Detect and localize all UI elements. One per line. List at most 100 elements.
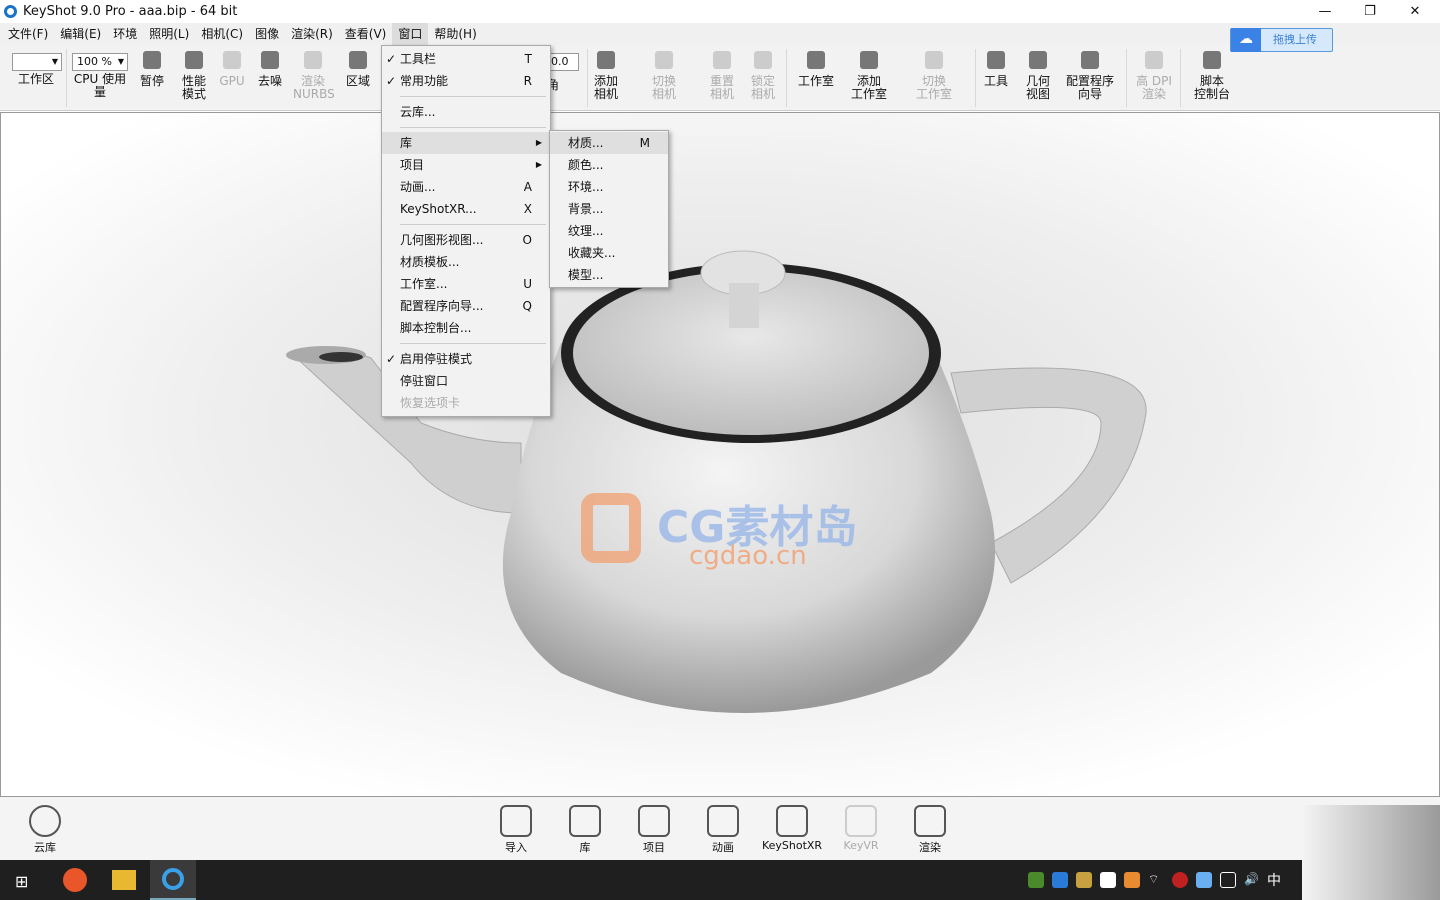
- menu-item-16[interactable]: ✓ 启用停驻模式: [382, 348, 550, 370]
- menu-item-3[interactable]: 背景...: [550, 198, 668, 220]
- toolbar-button-5[interactable]: 去噪: [255, 51, 285, 88]
- firefox-icon[interactable]: [63, 868, 87, 892]
- close-button[interactable]: ✕: [1392, 0, 1438, 23]
- toolbar-icon-18: [1081, 51, 1099, 69]
- menu-item-7[interactable]: 动画... A: [382, 176, 550, 198]
- title-bar: KeyShot 9.0 Pro - aaa.bip - 64 bit — ❐ ✕: [0, 0, 1440, 23]
- restore-button[interactable]: ❐: [1347, 0, 1393, 23]
- menu-bar: 文件(F) 编辑(E) 环境 照明(L) 相机(C) 图像 渲染(R) 查看(V) 窗口 帮助(H…: [0, 23, 1440, 45]
- workspace-select[interactable]: ▼: [12, 53, 62, 71]
- menu-9[interactable]: 帮助(H): [428, 23, 482, 45]
- menu-6[interactable]: 渲染(R): [285, 23, 339, 45]
- toolbar-icon-19: [1145, 51, 1163, 69]
- menu-2[interactable]: 环境: [107, 23, 143, 45]
- toolbar-icon-13: [807, 51, 825, 69]
- menu-item-2[interactable]: 环境...: [550, 176, 668, 198]
- bottom-button-1[interactable]: 库: [550, 805, 620, 855]
- submenu-arrow-icon: ▶: [535, 160, 542, 169]
- toolbar-icon-3: [185, 51, 203, 69]
- file-explorer-icon[interactable]: [112, 870, 136, 890]
- toolbar-separator: [587, 49, 588, 107]
- menu-item-0[interactable]: 材质... M: [550, 132, 668, 154]
- cpu-usage-select[interactable]: 100 % ▼: [72, 53, 128, 71]
- toolbar-button-9[interactable]: 添加 相机: [588, 51, 624, 101]
- toolbar-button-16[interactable]: 工具: [981, 51, 1011, 88]
- checkmark-icon: ✓: [386, 52, 397, 66]
- toolbar-button-20[interactable]: 脚本 控制台: [1190, 51, 1234, 101]
- menu-item-5[interactable]: 库 ▶: [382, 132, 550, 154]
- menu-separator: [400, 96, 546, 97]
- info-icon[interactable]: [1076, 872, 1092, 888]
- bottom-icon-2: [638, 805, 670, 837]
- cloud-library-button[interactable]: 云库: [22, 805, 68, 855]
- menu-5[interactable]: 图像: [249, 23, 285, 45]
- teamviewer-icon[interactable]: [1052, 872, 1068, 888]
- menu-item-8[interactable]: KeyShotXR... X: [382, 198, 550, 220]
- window-title: KeyShot 9.0 Pro - aaa.bip - 64 bit: [23, 4, 238, 19]
- wifi-icon[interactable]: ⌔: [1148, 872, 1164, 888]
- menu-0[interactable]: 文件(F): [2, 23, 54, 45]
- toolbar-separator: [975, 49, 976, 107]
- render-viewport[interactable]: CG素材岛 cgdao.cn: [0, 112, 1440, 797]
- network-icon[interactable]: [1220, 872, 1236, 888]
- menu-item-10[interactable]: 几何图形视图... O: [382, 229, 550, 251]
- volume-icon[interactable]: 🔊: [1244, 872, 1260, 888]
- menu-item-3[interactable]: 云库...: [382, 101, 550, 123]
- menu-item-6[interactable]: 模型...: [550, 264, 668, 286]
- toolbar-button-19[interactable]: 高 DPI 渲染: [1134, 51, 1174, 101]
- menu-item-18[interactable]: 恢复选项卡: [382, 392, 550, 414]
- menu-item-0[interactable]: ✓ 工具栏 T: [382, 48, 550, 70]
- security-shield-icon[interactable]: [1124, 872, 1140, 888]
- menu-item-6[interactable]: 项目 ▶: [382, 154, 550, 176]
- toolbar-button-4[interactable]: GPU: [217, 51, 247, 88]
- ime-indicator[interactable]: 中: [1267, 870, 1283, 889]
- toolbar-button-14[interactable]: 添加 工作室: [849, 51, 889, 101]
- watermark-url: cgdao.cn: [689, 541, 807, 571]
- menu-8[interactable]: 窗口: [392, 23, 429, 45]
- menu-item-1[interactable]: 颜色...: [550, 154, 668, 176]
- toolbar-button-15[interactable]: 切换 工作室: [912, 51, 956, 101]
- upload-button[interactable]: ☁ 拖拽上传: [1230, 28, 1333, 52]
- bottom-button-2[interactable]: 项目: [619, 805, 689, 855]
- toolbar-button-1[interactable]: CPU 使用量: [68, 73, 132, 99]
- bottom-button-6[interactable]: 渲染: [895, 805, 965, 855]
- toolbar-button-11[interactable]: 重置 相机: [704, 51, 740, 101]
- menu-7[interactable]: 查看(V): [339, 23, 393, 45]
- menu-item-5[interactable]: 收藏夹...: [550, 242, 668, 264]
- toolbar-button-17[interactable]: 几何 视图: [1022, 51, 1054, 101]
- menu-item-17[interactable]: 停驻窗口: [382, 370, 550, 392]
- menu-item-1[interactable]: ✓ 常用功能 R: [382, 70, 550, 92]
- bottom-button-3[interactable]: 动画: [688, 805, 758, 855]
- bottom-icon-4: [776, 805, 808, 837]
- bottom-button-0[interactable]: 导入: [481, 805, 551, 855]
- bottom-button-4[interactable]: KeyShotXR: [757, 805, 827, 852]
- menu-4[interactable]: 相机(C): [195, 23, 249, 45]
- menu-3[interactable]: 照明(L): [143, 23, 195, 45]
- toolbar-button-0[interactable]: 工作区: [16, 73, 56, 86]
- menu-1[interactable]: 编辑(E): [54, 23, 107, 45]
- menu-item-11[interactable]: 材质模板...: [382, 251, 550, 273]
- menu-item-12[interactable]: 工作室... U: [382, 273, 550, 295]
- keyshot-logo-icon: [4, 5, 17, 18]
- toolbar-button-10[interactable]: 切换 相机: [646, 51, 682, 101]
- toolbar-button-3[interactable]: 性能 模式: [176, 51, 212, 101]
- menu-item-13[interactable]: 配置程序向导... Q: [382, 295, 550, 317]
- toolbar-button-13[interactable]: 工作室: [796, 51, 836, 88]
- toolbar-button-18[interactable]: 配置程序 向导: [1062, 51, 1118, 101]
- menu-item-14[interactable]: 脚本控制台...: [382, 317, 550, 339]
- qq-icon[interactable]: [1172, 872, 1188, 888]
- windows-start-icon[interactable]: ⊞: [15, 872, 28, 891]
- keyshot-taskbar-button[interactable]: [150, 860, 196, 900]
- menu-item-4[interactable]: 纹理...: [550, 220, 668, 242]
- toolbar-separator: [66, 49, 67, 107]
- toolbar-button-2[interactable]: 暂停: [137, 51, 167, 88]
- nvidia-icon[interactable]: [1028, 872, 1044, 888]
- checkmark-icon: ✓: [386, 74, 397, 88]
- baidu-netdisk-icon[interactable]: [1100, 872, 1116, 888]
- minimize-button[interactable]: —: [1302, 0, 1348, 23]
- square-app-icon[interactable]: [1196, 872, 1212, 888]
- toolbar-button-7[interactable]: 区域: [343, 51, 373, 88]
- bottom-button-5[interactable]: KeyVR: [826, 805, 896, 852]
- toolbar-button-6[interactable]: 渲染 NURBS: [293, 51, 335, 101]
- toolbar-button-12[interactable]: 锁定 相机: [745, 51, 781, 101]
